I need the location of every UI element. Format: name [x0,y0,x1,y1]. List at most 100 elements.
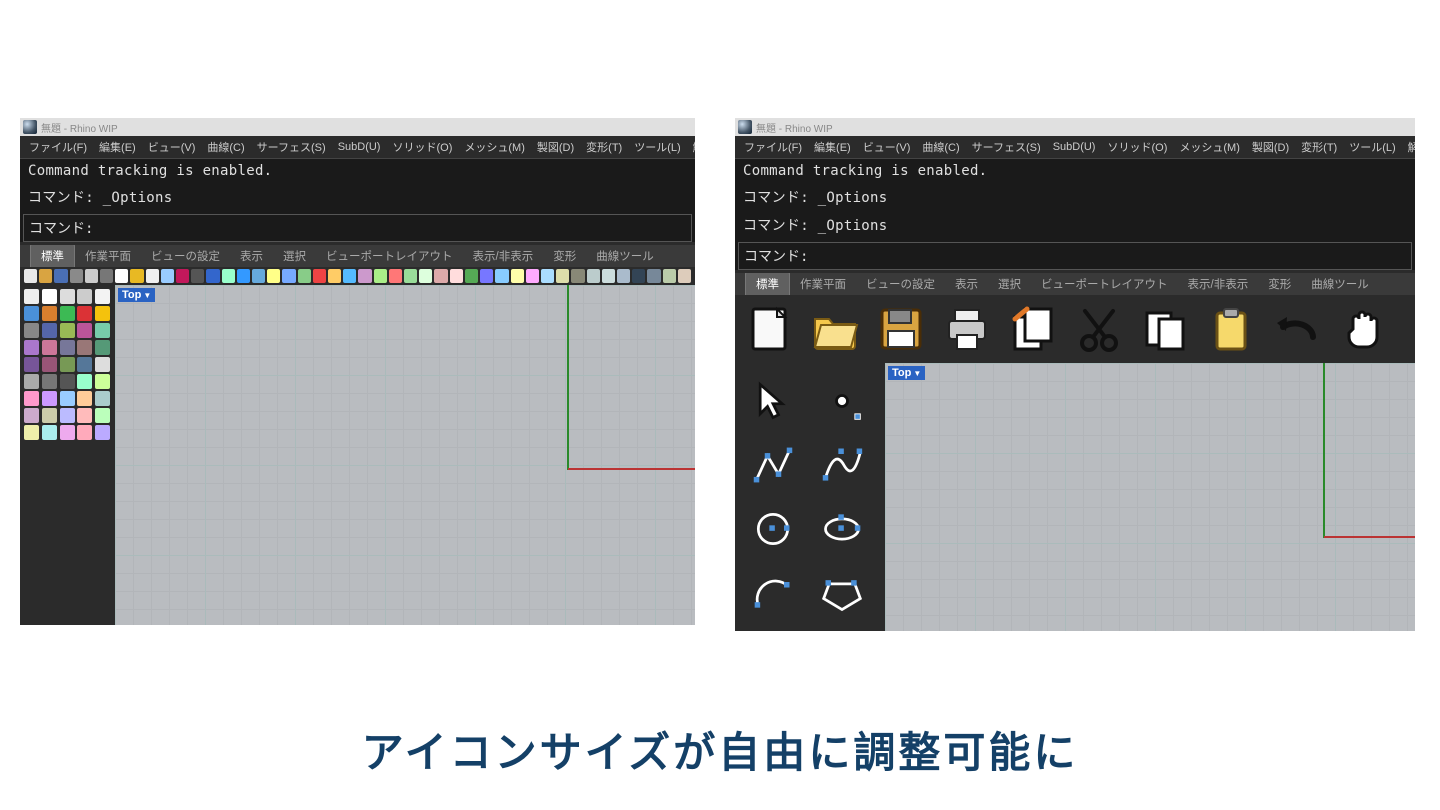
menu-製図(D)[interactable]: 製図(D) [1246,139,1295,155]
toolbar-icon-23[interactable] [374,269,387,283]
menu-解析(A)[interactable]: 解析(A) [687,139,695,155]
menu-変形(T)[interactable]: 変形(T) [580,139,628,155]
menu-製図(D)[interactable]: 製図(D) [531,139,580,155]
toolbar-icon-6[interactable] [115,269,128,283]
sidetool-icon-31[interactable] [42,391,57,406]
sidetool-icon-28[interactable] [77,374,92,389]
sidetool-icon-37[interactable] [60,408,75,423]
sidetool-icon-38[interactable] [77,408,92,423]
toolbar-icon-5[interactable] [100,269,113,283]
polyline-icon[interactable] [745,437,801,493]
sidetool-icon-22[interactable] [60,357,75,372]
toolbar-icon-1[interactable] [39,269,52,283]
sidetool-icon-26[interactable] [42,374,57,389]
point-icon[interactable] [814,373,870,429]
circle-icon[interactable] [745,501,801,557]
toolbar-icon-32[interactable] [511,269,524,283]
titlebar[interactable]: 無題 - Rhino WIP [20,118,695,136]
toolbar-icon-31[interactable] [495,269,508,283]
sidetool-icon-18[interactable] [77,340,92,355]
sidetool-icon-4[interactable] [95,289,110,304]
toolbar-icon-30[interactable] [480,269,493,283]
paste-docs-icon[interactable] [1137,301,1193,357]
toolbar-icon-16[interactable] [267,269,280,283]
menu-ソリッド(O)[interactable]: ソリッド(O) [1101,139,1173,155]
menu-サーフェス(S)[interactable]: サーフェス(S) [966,139,1047,155]
toolbar-icon-7[interactable] [130,269,143,283]
sidetool-icon-43[interactable] [77,425,92,440]
sidetool-icon-7[interactable] [60,306,75,321]
pointer-arrow-icon[interactable] [745,373,801,429]
viewport-label[interactable]: Top▼ [118,288,155,302]
menu-ファイル(F)[interactable]: ファイル(F) [23,139,93,155]
sidetool-icon-27[interactable] [60,374,75,389]
sidetool-icon-11[interactable] [42,323,57,338]
toolbar-icon-35[interactable] [556,269,569,283]
toolbar-icon-9[interactable] [161,269,174,283]
toolbar-icon-39[interactable] [617,269,630,283]
menu-SubD(U)[interactable]: SubD(U) [332,141,387,153]
tab-選択[interactable]: 選択 [988,273,1031,295]
tab-曲線ツール[interactable]: 曲線ツール [586,245,664,267]
toolbar-icon-40[interactable] [632,269,645,283]
command-prompt[interactable]: コマンド: [738,242,1412,270]
sidetool-icon-36[interactable] [42,408,57,423]
save-floppy-icon[interactable] [873,301,929,357]
toolbar-icon-13[interactable] [222,269,235,283]
tab-選択[interactable]: 選択 [273,245,316,267]
menu-ツール(L)[interactable]: ツール(L) [1343,139,1401,155]
ellipse-icon[interactable] [814,501,870,557]
viewport-label[interactable]: Top▼ [888,366,925,380]
sidetool-icon-40[interactable] [24,425,39,440]
toolbar-icon-20[interactable] [328,269,341,283]
menu-ファイル(F)[interactable]: ファイル(F) [738,139,808,155]
menu-変形(T)[interactable]: 変形(T) [1295,139,1343,155]
tab-標準[interactable]: 標準 [30,245,75,267]
toolbar-icon-12[interactable] [206,269,219,283]
tab-ビューポートレイアウト[interactable]: ビューポートレイアウト [316,245,463,267]
menu-編集(E)[interactable]: 編集(E) [808,139,857,155]
menu-ソリッド(O)[interactable]: ソリッド(O) [386,139,458,155]
toolbar-icon-8[interactable] [146,269,159,283]
menu-解析(A)[interactable]: 解析(A) [1402,139,1415,155]
sidetool-icon-24[interactable] [95,357,110,372]
clipboard-copy-icon[interactable] [1005,301,1061,357]
open-folder-icon[interactable] [807,301,863,357]
sidetool-icon-5[interactable] [24,306,39,321]
sidetool-icon-42[interactable] [60,425,75,440]
sidetool-icon-14[interactable] [95,323,110,338]
menu-サーフェス(S)[interactable]: サーフェス(S) [251,139,332,155]
menu-ビュー(V)[interactable]: ビュー(V) [142,139,202,155]
sidetool-icon-34[interactable] [95,391,110,406]
menu-SubD(U)[interactable]: SubD(U) [1047,141,1102,153]
pan-hand-icon[interactable] [1335,301,1391,357]
toolbar-icon-22[interactable] [358,269,371,283]
toolbar-icon-15[interactable] [252,269,265,283]
toolbar-icon-21[interactable] [343,269,356,283]
toolbar-icon-14[interactable] [237,269,250,283]
sidetool-icon-15[interactable] [24,340,39,355]
sidetool-icon-20[interactable] [24,357,39,372]
command-prompt[interactable]: コマンド: [23,214,692,242]
clipboard-icon[interactable] [1203,301,1259,357]
sidetool-icon-30[interactable] [24,391,39,406]
tab-表示[interactable]: 表示 [230,245,273,267]
toolbar-icon-17[interactable] [282,269,295,283]
tab-変形[interactable]: 変形 [543,245,586,267]
toolbar-icon-37[interactable] [587,269,600,283]
tab-表示/非表示[interactable]: 表示/非表示 [1178,273,1259,295]
tab-ビューの設定[interactable]: ビューの設定 [856,273,945,295]
tab-曲線ツール[interactable]: 曲線ツール [1301,273,1379,295]
tab-標準[interactable]: 標準 [745,273,790,295]
menu-ビュー(V)[interactable]: ビュー(V) [857,139,917,155]
toolbar-icon-42[interactable] [663,269,676,283]
sidetool-icon-33[interactable] [77,391,92,406]
sidetool-icon-19[interactable] [95,340,110,355]
toolbar-icon-26[interactable] [419,269,432,283]
sidetool-icon-39[interactable] [95,408,110,423]
toolbar-icon-28[interactable] [450,269,463,283]
undo-icon[interactable] [1269,301,1325,357]
titlebar[interactable]: 無題 - Rhino WIP [735,118,1415,136]
tab-ビューの設定[interactable]: ビューの設定 [141,245,230,267]
menu-メッシュ(M)[interactable]: メッシュ(M) [458,139,531,155]
